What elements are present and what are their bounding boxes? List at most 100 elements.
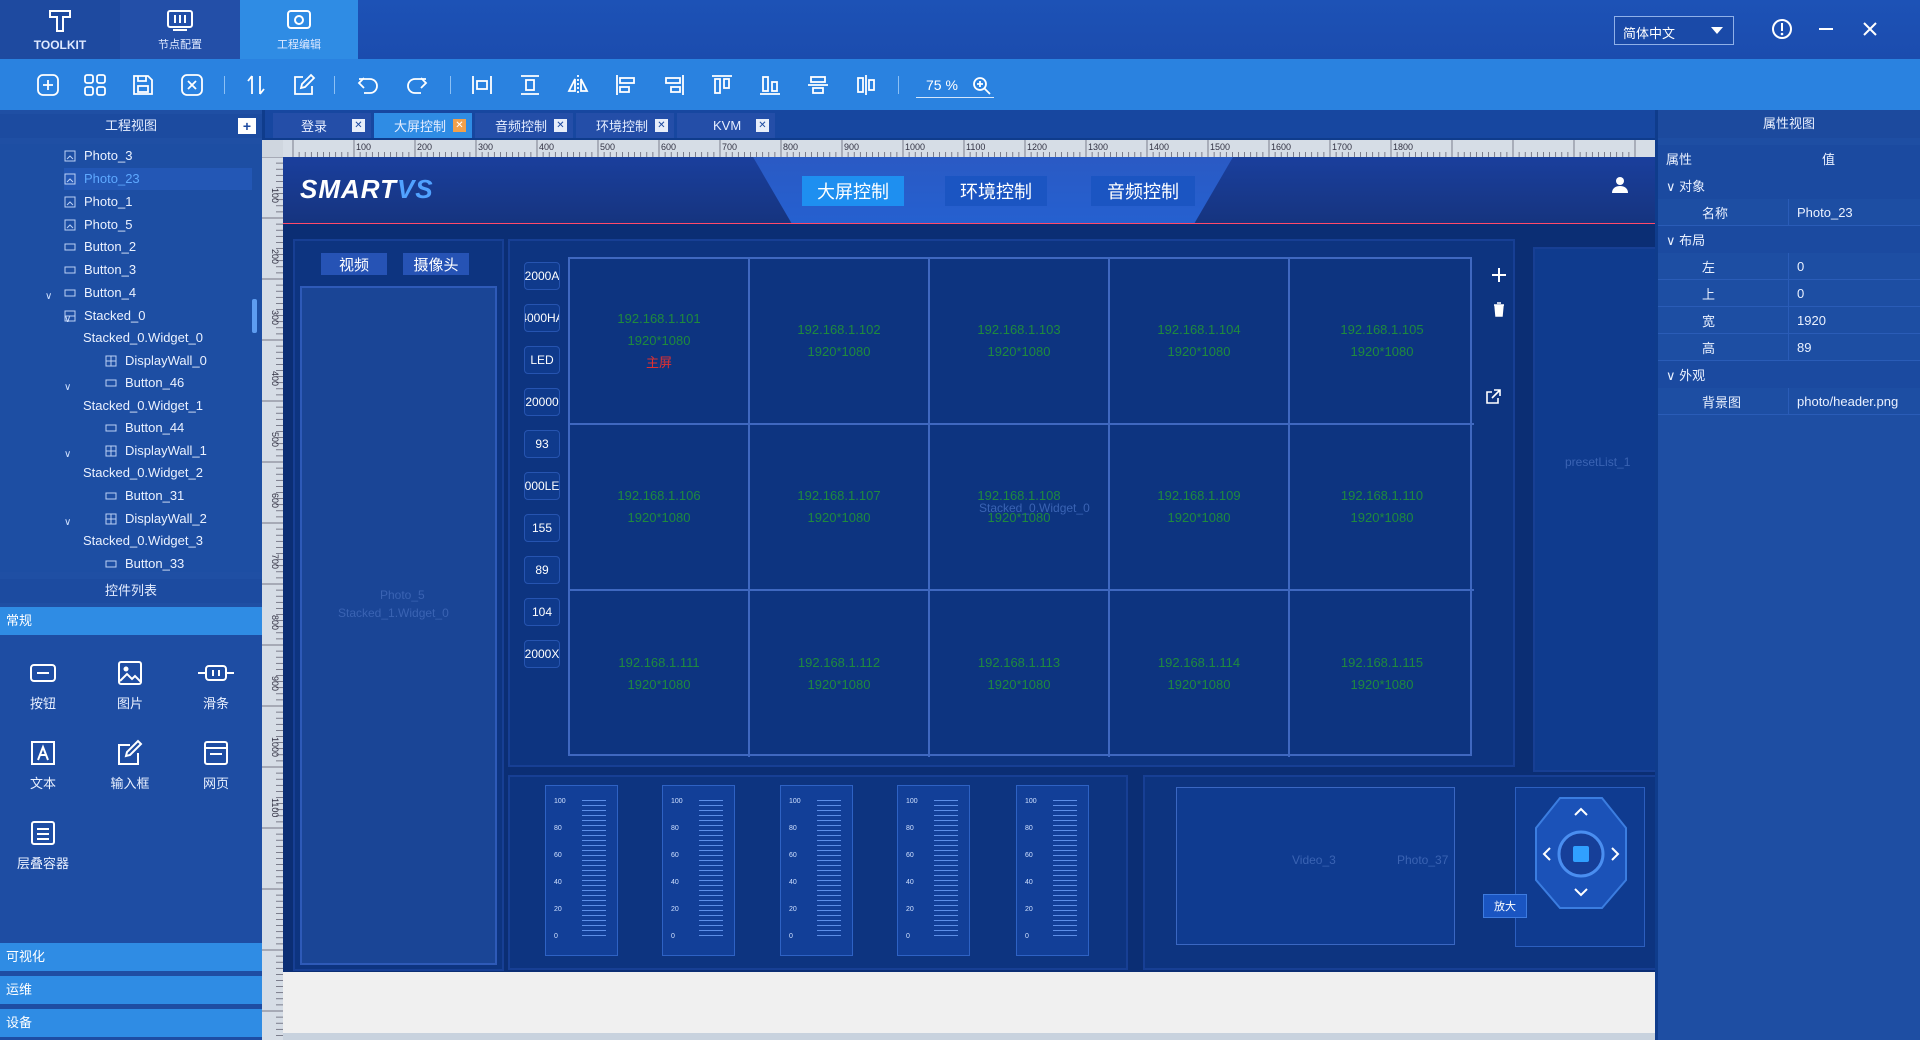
prop-width-value[interactable]: 1920 xyxy=(1788,306,1920,334)
prop-top-value[interactable]: 0 xyxy=(1788,279,1920,307)
volume-slider[interactable]: 100 80 60 40 20 0 xyxy=(780,785,853,956)
edit-button[interactable] xyxy=(290,71,318,99)
chevron-down-icon[interactable]: ∨ xyxy=(64,382,71,393)
tree-item[interactable]: Button_3 xyxy=(64,259,136,281)
category-device[interactable]: 设备 xyxy=(0,1009,262,1037)
design-canvas[interactable]: SMARTVS 大屏控制 环境控制 音频控制 视频 摄像头 Photo_5 St… xyxy=(283,157,1655,1040)
tree-item-selected[interactable]: Photo_23 xyxy=(64,168,252,190)
tree-item[interactable]: Button_4 xyxy=(64,282,136,304)
category-visual[interactable]: 可视化 xyxy=(0,943,262,971)
tab-toolkit[interactable]: TOOLKIT xyxy=(0,0,120,59)
wall-cell[interactable]: 192.168.1.113 1920*1080 xyxy=(930,591,1110,757)
category-ops[interactable]: 运维 xyxy=(0,976,262,1004)
close-tab-icon[interactable]: ✕ xyxy=(756,119,769,132)
preset-chip[interactable]: 2000A xyxy=(524,262,560,290)
tree-item[interactable]: DisplayWall_0 xyxy=(105,350,207,372)
widget-button[interactable]: 按钮 xyxy=(8,650,78,720)
widget-slider[interactable]: 滑条 xyxy=(181,650,251,720)
align-left-button[interactable] xyxy=(612,71,640,99)
doc-tab-login[interactable]: 登录 ✕ xyxy=(273,113,371,138)
chevron-down-icon[interactable]: ∨ xyxy=(64,314,71,325)
doc-tab-screen-control[interactable]: 大屏控制 ✕ xyxy=(374,113,472,138)
chevron-down-icon[interactable]: ∨ xyxy=(64,449,71,460)
preset-chip[interactable]: 89 xyxy=(524,556,560,584)
prop-width-row[interactable]: 宽 1920 xyxy=(1658,306,1920,334)
volume-slider[interactable]: 100 80 60 40 20 0 xyxy=(545,785,618,956)
chevron-down-icon[interactable]: ∨ xyxy=(45,291,52,302)
distribute-h-button[interactable] xyxy=(852,71,880,99)
tree-item[interactable]: Photo_3 xyxy=(64,145,132,167)
minimize-button[interactable] xyxy=(1811,14,1841,44)
align-bottom-button[interactable] xyxy=(756,71,784,99)
group-appearance[interactable]: ∨ 外观 xyxy=(1658,361,1920,388)
align-v-center-button[interactable] xyxy=(516,71,544,99)
save-button[interactable] xyxy=(129,71,157,99)
close-doc-button[interactable] xyxy=(178,71,206,99)
widget-webpage[interactable]: 网页 xyxy=(181,730,251,800)
tree-item[interactable]: Photo_1 xyxy=(64,191,132,213)
zoom-in-button[interactable] xyxy=(968,72,996,100)
close-tab-icon[interactable]: ✕ xyxy=(655,119,668,132)
source-list[interactable]: Photo_5 Stacked_1.Widget_0 xyxy=(300,286,497,965)
user-icon[interactable] xyxy=(1611,176,1629,194)
close-window-button[interactable] xyxy=(1855,14,1885,44)
wall-cell[interactable]: 192.168.1.105 1920*1080 xyxy=(1290,259,1474,425)
widget-image[interactable]: 图片 xyxy=(95,650,165,720)
chevron-down-icon[interactable]: ∨ xyxy=(64,517,71,528)
tree-item[interactable]: Stacked_0 xyxy=(64,305,145,327)
horizontal-scrollbar[interactable] xyxy=(283,1033,1655,1040)
nav-env-control[interactable]: 环境控制 xyxy=(945,176,1047,206)
preset-chip[interactable]: 104 xyxy=(524,598,560,626)
tree-item[interactable]: Stacked_0.Widget_2 xyxy=(83,462,203,484)
language-select[interactable]: 简体中文 xyxy=(1614,16,1734,45)
design-header[interactable]: SMARTVS 大屏控制 环境控制 音频控制 xyxy=(283,157,1655,224)
wall-cell[interactable]: 192.168.1.114 1920*1080 xyxy=(1110,591,1290,757)
prop-height-value[interactable]: 89 xyxy=(1788,333,1920,361)
preset-chip[interactable]: 000LE xyxy=(524,472,560,500)
category-normal[interactable]: 常规 xyxy=(0,607,262,635)
prop-bg-row[interactable]: 背景图 photo/header.png xyxy=(1658,387,1920,415)
doc-tab-audio-control[interactable]: 音频控制 ✕ xyxy=(475,113,573,138)
distribute-v-button[interactable] xyxy=(804,71,832,99)
wall-cell[interactable]: 192.168.1.102 1920*1080 xyxy=(750,259,930,425)
tree-item[interactable]: Button_44 xyxy=(105,417,184,439)
group-object[interactable]: ∨ 对象 xyxy=(1658,172,1920,199)
wall-cell[interactable]: 192.168.1.106 1920*1080 xyxy=(570,425,750,591)
prop-left-value[interactable]: 0 xyxy=(1788,252,1920,280)
add-node-button[interactable]: + xyxy=(238,118,256,134)
tree-item[interactable]: Stacked_0.Widget_0 xyxy=(83,327,203,349)
close-tab-icon[interactable]: ✕ xyxy=(554,119,567,132)
plus-icon[interactable] xyxy=(1491,267,1507,283)
display-wall-grid[interactable]: Stacked_0.Widget_0 192.168.1.101 1920*108… xyxy=(568,257,1474,757)
tree-item[interactable]: Button_33 xyxy=(105,553,184,572)
info-button[interactable] xyxy=(1767,14,1797,44)
tab-project-edit[interactable]: 工程编辑 xyxy=(240,0,358,59)
preset-chip[interactable]: 20000 xyxy=(524,388,560,416)
prop-name-value[interactable]: Photo_23 xyxy=(1788,198,1920,226)
trash-icon[interactable] xyxy=(1491,301,1507,317)
wall-cell[interactable]: 192.168.1.112 1920*1080 xyxy=(750,591,930,757)
tree-item[interactable]: Stacked_0.Widget_1 xyxy=(83,395,203,417)
wall-cell[interactable]: 192.168.1.103 1920*1080 xyxy=(930,259,1110,425)
grid-button[interactable] xyxy=(81,71,109,99)
camera-zoom-in-button[interactable]: 放大 xyxy=(1483,894,1527,918)
tree-item[interactable]: Button_31 xyxy=(105,485,184,507)
wall-cell[interactable]: 192.168.1.108 1920*1080 xyxy=(930,425,1110,591)
widget-text[interactable]: 文本 xyxy=(8,730,78,800)
preset-chip[interactable]: 2000X xyxy=(524,640,560,668)
preset-chip[interactable]: 93 xyxy=(524,430,560,458)
volume-slider[interactable]: 100 80 60 40 20 0 xyxy=(1016,785,1089,956)
volume-slider[interactable]: 100 80 60 40 20 0 xyxy=(897,785,970,956)
close-tab-icon[interactable]: ✕ xyxy=(453,119,466,132)
add-button[interactable] xyxy=(34,71,62,99)
prop-top-row[interactable]: 上0 xyxy=(1658,279,1920,307)
wall-cell[interactable]: 192.168.1.101 1920*1080 主屏 xyxy=(570,259,750,425)
tree-item[interactable]: Stacked_0.Widget_3 xyxy=(83,530,203,552)
wall-cell[interactable]: 192.168.1.109 1920*1080 xyxy=(1110,425,1290,591)
group-layout[interactable]: ∨ 布局 xyxy=(1658,226,1920,253)
tree-item[interactable]: Button_2 xyxy=(64,236,136,258)
flip-button[interactable] xyxy=(564,71,592,99)
widget-stack-container[interactable]: 层叠容器 xyxy=(8,810,78,880)
nav-screen-control[interactable]: 大屏控制 xyxy=(802,176,904,206)
preset-chip[interactable]: LED xyxy=(524,346,560,374)
